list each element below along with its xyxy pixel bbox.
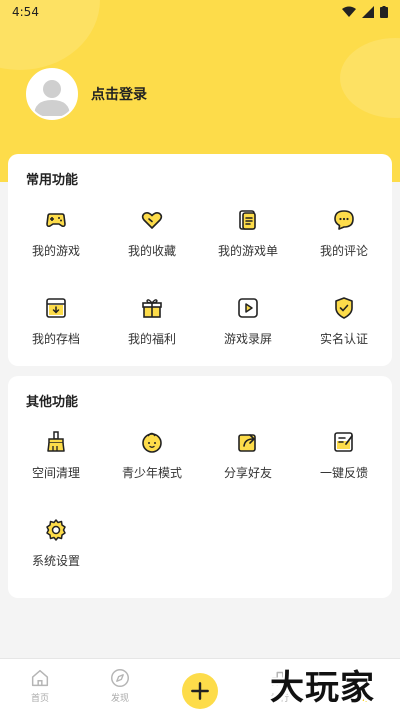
menu-item-my-comments[interactable]: 我的评论 [296,198,392,286]
status-time: 4:54 [12,5,39,19]
menu-item-label: 我的评论 [319,244,368,258]
section-title: 常用功能 [26,173,79,188]
child-face-icon [142,432,162,453]
share-icon [238,434,256,452]
heart-icon [141,212,163,229]
menu-item-label: 我的游戏 [31,244,80,258]
menu-item-label: 游戏录屏 [223,332,272,346]
status-icons [342,6,388,18]
gamepad-icon [46,213,66,228]
menu-item-share-friends[interactable]: 分享好友 [200,420,296,508]
decor-bubble [340,38,400,118]
menu-item-game-recording[interactable]: 游戏录屏 [200,286,296,374]
watermark-logo: 大玩家 [270,668,375,708]
avatar[interactable] [26,68,78,120]
menu-item-my-game-lists[interactable]: 我的游戏单 [200,198,296,286]
common-functions-grid: 我的游戏 我的收藏 我的游戏单 我的评论 我的存档 我的福利 游戏录屏 实名认证 [8,198,392,374]
list-doc-icon [239,210,256,230]
common-functions-card: 常用功能 我的游戏 我的收藏 我的游戏单 我的评论 我的存档 我的福利 游戏录屏… [8,154,392,366]
menu-item-my-benefits[interactable]: 我的福利 [104,286,200,374]
other-functions-card: 其他功能 空间清理 青少年模式 分享好友 一键反馈 系统设置 [8,376,392,598]
comment-icon [334,210,354,230]
menu-item-label: 我的收藏 [127,244,176,258]
feedback-edit-icon [334,432,353,452]
menu-item-label: 我的存档 [31,332,80,346]
menu-item-real-name-verification[interactable]: 实名认证 [296,286,392,374]
default-avatar-icon [34,80,70,116]
menu-item-label: 空间清理 [31,466,80,480]
tab-discover[interactable]: 发现 [80,659,160,710]
gift-icon [142,299,162,318]
menu-item-system-settings[interactable]: 系统设置 [8,508,104,596]
archive-icon [46,298,66,318]
menu-item-my-favorites[interactable]: 我的收藏 [104,198,200,286]
tab-label: 发现 [110,694,129,704]
shield-check-icon [335,297,353,319]
other-functions-grid: 空间清理 青少年模式 分享好友 一键反馈 系统设置 [8,420,392,596]
menu-item-label: 分享好友 [223,466,272,480]
menu-item-space-cleanup[interactable]: 空间清理 [8,420,104,508]
menu-item-label: 青少年模式 [121,466,182,480]
signal-icon [362,6,374,18]
record-play-icon [238,298,258,318]
tab-home[interactable]: 首页 [0,659,80,710]
tab-add[interactable] [160,659,240,710]
menu-item-label: 实名认证 [319,332,368,346]
status-bar: 4:54 [0,0,400,24]
menu-item-label: 我的福利 [127,332,176,346]
wifi-icon [342,6,356,17]
section-title: 其他功能 [26,395,79,410]
home-icon [31,669,49,687]
menu-item-teen-mode[interactable]: 青少年模式 [104,420,200,508]
menu-item-one-click-feedback[interactable]: 一键反馈 [296,420,392,508]
login-link[interactable]: 点击登录 [91,84,147,104]
menu-item-my-saves[interactable]: 我的存档 [8,286,104,374]
add-button[interactable] [182,673,218,709]
menu-item-label: 我的游戏单 [217,244,278,258]
gear-icon [46,519,66,541]
menu-item-label: 系统设置 [31,554,80,568]
battery-icon [380,6,388,18]
plus-icon [191,682,209,700]
broom-icon [47,431,65,452]
compass-icon [111,669,129,687]
tab-label: 首页 [30,694,49,704]
menu-item-label: 一键反馈 [319,466,368,480]
menu-item-my-games[interactable]: 我的游戏 [8,198,104,286]
